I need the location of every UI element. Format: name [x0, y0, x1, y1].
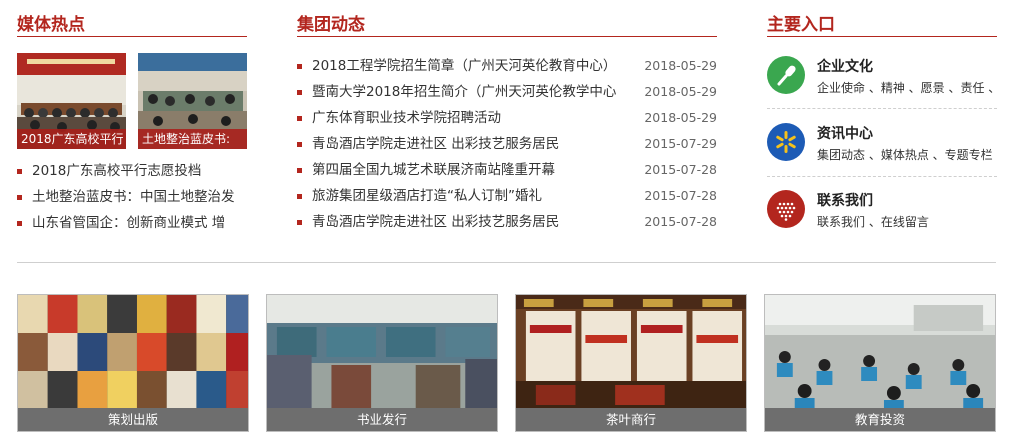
news-date: 2018-05-29 [644, 110, 717, 125]
list-item[interactable]: 2018工程学院招生简章（广州天河英伦教育中心） 2018-05-29 [297, 53, 717, 79]
book-covers-image [18, 295, 248, 409]
news-link[interactable]: 2018工程学院招生简章（广州天河英伦教育中心） [312, 53, 616, 79]
divider [767, 108, 997, 109]
news-link[interactable]: 暨南大学2018年招生简介（广州天河英伦教学中心 [312, 79, 616, 105]
media-title-underline [17, 36, 247, 37]
list-item[interactable]: 土地整治蓝皮书：中国土地整治发 [17, 184, 257, 210]
entry-contact[interactable]: 联系我们 联系我们 、在线留言 [767, 190, 997, 257]
news-link[interactable]: 2018广东高校平行志愿投档 [32, 158, 201, 184]
entry-culture[interactable]: 企业文化 企业使命 、精神 、愿景 、责任 、 [767, 56, 1001, 123]
list-item[interactable]: 暨南大学2018年招生简介（广州天河英伦教学中心 2018-05-29 [297, 79, 717, 105]
bullet [297, 90, 302, 95]
list-item[interactable]: 2018广东高校平行志愿投档 [17, 158, 257, 184]
group-news-title: 集团动态 [297, 15, 365, 35]
tile-caption: 教育投资 [765, 408, 995, 431]
list-item[interactable]: 第四届全国九城艺术联展济南站隆重开幕 2015-07-28 [297, 157, 717, 183]
bullet [297, 64, 302, 69]
divider [767, 176, 997, 177]
news-link[interactable]: 青岛酒店学院走进社区 出彩技艺服务居民 [312, 209, 559, 235]
list-item[interactable]: 山东省管国企：创新商业模式 增 [17, 210, 257, 236]
list-item[interactable]: 青岛酒店学院走进社区 出彩技艺服务居民 2015-07-28 [297, 209, 717, 235]
bullet [17, 221, 22, 226]
entrances-title: 主要入口 [767, 15, 835, 35]
list-item[interactable]: 青岛酒店学院走进社区 出彩技艺服务居民 2015-07-29 [297, 131, 717, 157]
media-thumb-2[interactable]: 土地整治蓝皮书: [138, 53, 247, 149]
entry-subtitle: 集团动态 、媒体热点 、专题专栏 [817, 148, 993, 162]
entry-subtitle: 企业使命 、精神 、愿景 、责任 、 [817, 81, 1001, 95]
group-news-underline [297, 36, 717, 37]
news-link[interactable]: 广东体育职业技术学院招聘活动 [312, 105, 501, 131]
media-thumb-caption: 2018广东高校平行 [17, 129, 126, 149]
media-thumb-1[interactable]: 2018广东高校平行 [17, 53, 126, 149]
entry-title: 资讯中心 [817, 126, 873, 142]
tea-shop-image [516, 295, 746, 409]
news-date: 2015-07-28 [644, 188, 717, 203]
bullet [17, 195, 22, 200]
tile-caption: 策划出版 [18, 408, 248, 431]
media-news-list: 2018广东高校平行志愿投档 土地整治蓝皮书：中国土地整治发 山东省管国企：创新… [17, 158, 257, 236]
news-link[interactable]: 青岛酒店学院走进社区 出彩技艺服务居民 [312, 131, 559, 157]
media-section-title: 媒体热点 [17, 15, 85, 35]
tile-caption: 茶叶商行 [516, 408, 746, 431]
section-divider [17, 262, 996, 263]
news-link[interactable]: 土地整治蓝皮书：中国土地整治发 [32, 184, 235, 210]
tile-book-distribution[interactable]: 书业发行 [266, 294, 498, 432]
news-link[interactable]: 第四届全国九城艺术联展济南站隆重开幕 [312, 157, 555, 183]
news-date: 2015-07-28 [644, 214, 717, 229]
list-item[interactable]: 旅游集团星级酒店打造“私人订制”婚礼 2015-07-28 [297, 183, 717, 209]
entry-subtitle: 联系我们 、在线留言 [817, 215, 929, 229]
bullet [297, 194, 302, 199]
tile-education[interactable]: 教育投资 [764, 294, 996, 432]
entry-title: 企业文化 [817, 59, 873, 75]
news-date: 2018-05-29 [644, 58, 717, 73]
spark-icon [767, 123, 805, 161]
bullet [297, 220, 302, 225]
list-item[interactable]: 广东体育职业技术学院招聘活动 2018-05-29 [297, 105, 717, 131]
entry-title: 联系我们 [817, 193, 873, 209]
entrances-underline [767, 36, 997, 37]
media-thumb-caption: 土地整治蓝皮书: [138, 129, 247, 149]
bullet [297, 116, 302, 121]
news-link[interactable]: 山东省管国企：创新商业模式 增 [32, 210, 225, 236]
tile-publishing[interactable]: 策划出版 [17, 294, 249, 432]
bullet [297, 168, 302, 173]
heart-icon [767, 190, 805, 228]
tile-tea-store[interactable]: 茶叶商行 [515, 294, 747, 432]
bullet [297, 142, 302, 147]
news-date: 2015-07-29 [644, 136, 717, 151]
news-date: 2018-05-29 [644, 84, 717, 99]
classroom-image [765, 295, 995, 409]
tile-caption: 书业发行 [267, 408, 497, 431]
news-link[interactable]: 旅游集团星级酒店打造“私人订制”婚礼 [312, 183, 542, 209]
entry-info-center[interactable]: 资讯中心 集团动态 、媒体热点 、专题专栏 [767, 123, 997, 190]
news-date: 2015-07-28 [644, 162, 717, 177]
microphone-icon [767, 56, 805, 94]
group-news-list: 2018工程学院招生简章（广州天河英伦教育中心） 2018-05-29 暨南大学2… [297, 53, 717, 235]
bookstore-image [267, 295, 497, 409]
bullet [17, 169, 22, 174]
